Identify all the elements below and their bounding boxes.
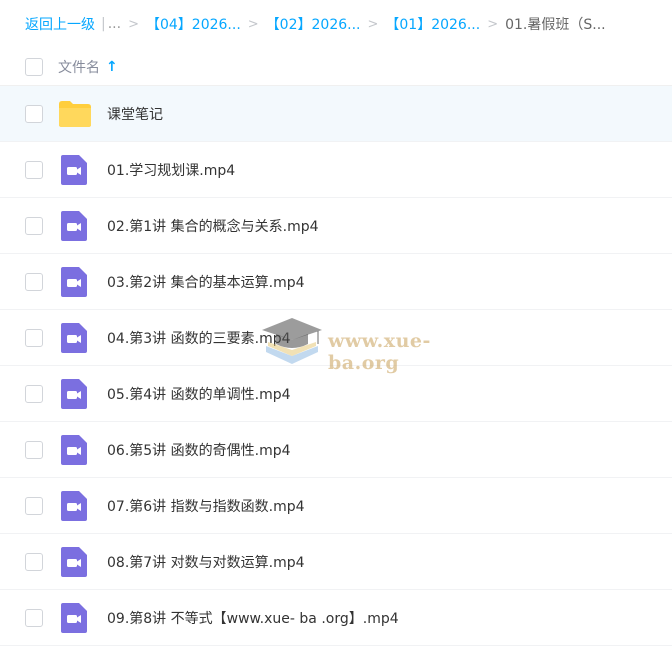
file-list-header: 文件名 ↑ [0,48,672,86]
breadcrumb-item-2[interactable]: 【02】2026... [266,14,361,34]
breadcrumb-more[interactable]: ... [108,16,121,32]
list-item[interactable]: 09.第8讲 不等式【www.xue- ba .org】.mp4 [0,590,672,646]
list-item[interactable]: 04.第3讲 函数的三要素.mp4 [0,310,672,366]
breadcrumb-divider: | [101,16,106,32]
breadcrumb: 返回上一级 | ... > 【04】2026... > 【02】2026... … [0,0,672,48]
video-file-icon [61,379,87,409]
file-name[interactable]: 05.第4讲 函数的单调性.mp4 [107,384,291,404]
row-checkbox[interactable] [25,441,43,459]
list-item[interactable]: 06.第5讲 函数的奇偶性.mp4 [0,422,672,478]
file-name[interactable]: 07.第6讲 指数与指数函数.mp4 [107,496,305,516]
name-column-label: 文件名 [58,59,100,76]
list-item[interactable]: 01.学习规划课.mp4 [0,142,672,198]
file-name[interactable]: 04.第3讲 函数的三要素.mp4 [107,328,291,348]
chevron-right-icon: > [128,16,139,32]
file-name[interactable]: 01.学习规划课.mp4 [107,160,235,180]
breadcrumb-current: 01.暑假班（S... [505,17,606,33]
breadcrumb-item-1[interactable]: 【04】2026... [146,14,241,34]
back-link[interactable]: 返回上一级 [25,14,95,34]
file-name[interactable]: 03.第2讲 集合的基本运算.mp4 [107,272,305,292]
video-file-icon [61,435,87,465]
file-name[interactable]: 06.第5讲 函数的奇偶性.mp4 [107,440,291,460]
row-checkbox[interactable] [25,217,43,235]
row-checkbox[interactable] [25,609,43,627]
list-item[interactable]: 07.第6讲 指数与指数函数.mp4 [0,478,672,534]
file-list: 课堂笔记 01.学习规划课.mp4 02.第1讲 集合的概念与关系.mp4 03… [0,86,672,646]
video-file-icon [61,211,87,241]
list-item[interactable]: 08.第7讲 对数与对数运算.mp4 [0,534,672,590]
folder-icon [59,101,91,127]
row-checkbox[interactable] [25,105,43,123]
chevron-right-icon: > [247,16,259,32]
video-file-icon [61,155,87,185]
list-item[interactable]: 02.第1讲 集合的概念与关系.mp4 [0,198,672,254]
chevron-right-icon: > [367,16,379,32]
row-checkbox[interactable] [25,497,43,515]
video-file-icon [61,323,87,353]
row-checkbox[interactable] [25,385,43,403]
video-file-icon [61,267,87,297]
video-file-icon [61,491,87,521]
row-checkbox[interactable] [25,273,43,291]
file-name[interactable]: 02.第1讲 集合的概念与关系.mp4 [107,216,319,236]
video-file-icon [61,603,87,633]
name-column-header[interactable]: 文件名 ↑ [58,57,118,77]
row-checkbox[interactable] [25,161,43,179]
list-item[interactable]: 05.第4讲 函数的单调性.mp4 [0,366,672,422]
file-name[interactable]: 课堂笔记 [107,104,163,124]
list-item[interactable]: 03.第2讲 集合的基本运算.mp4 [0,254,672,310]
video-file-icon [61,547,87,577]
select-all-checkbox[interactable] [25,57,43,76]
list-item[interactable]: 课堂笔记 [0,86,672,142]
chevron-right-icon: > [487,16,499,32]
file-name[interactable]: 09.第8讲 不等式【www.xue- ba .org】.mp4 [107,608,399,628]
file-name[interactable]: 08.第7讲 对数与对数运算.mp4 [107,552,305,572]
row-checkbox[interactable] [25,553,43,571]
row-checkbox[interactable] [25,329,43,347]
arrow-up-icon: ↑ [106,58,118,75]
breadcrumb-item-3[interactable]: 【01】2026... [385,14,480,34]
